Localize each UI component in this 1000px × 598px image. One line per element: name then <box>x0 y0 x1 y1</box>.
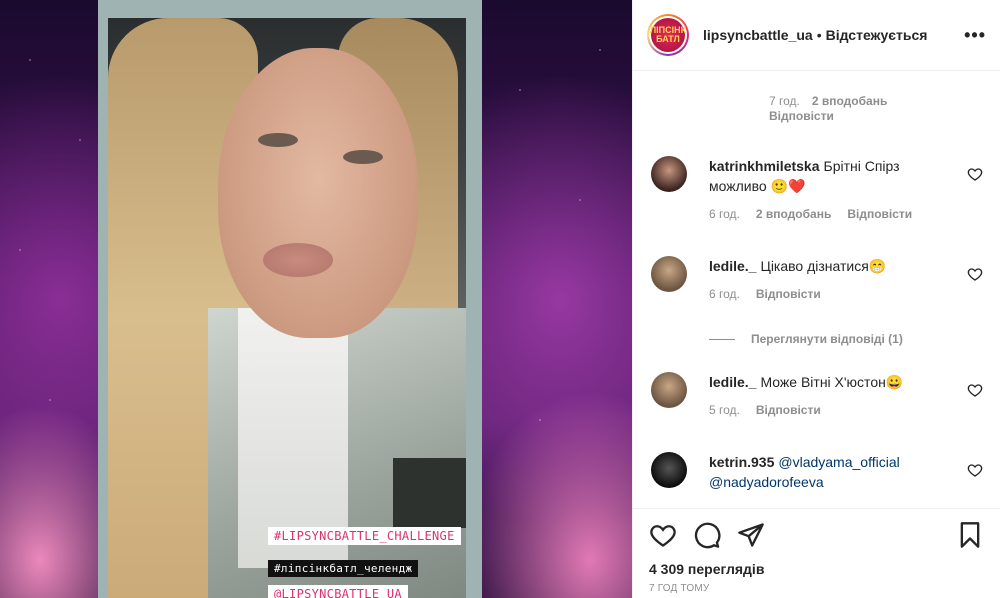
commenter-username[interactable]: ketrin.935 <box>709 454 774 470</box>
account-username[interactable]: lipsyncbattle_ua <box>703 27 813 43</box>
commenter-avatar[interactable] <box>651 372 687 408</box>
commenter-avatar[interactable] <box>651 156 687 192</box>
account-avatar[interactable]: ЛІПСІНК БАТЛ <box>647 14 689 56</box>
reply-button[interactable]: Відповісти <box>769 109 887 124</box>
mention-sticker[interactable]: @LIPSYNCBATTLE_UA <box>268 585 408 598</box>
post-actions: 4 309 переглядів 7 год тому <box>633 508 1000 598</box>
view-replies-line <box>709 338 735 340</box>
reply-button[interactable]: Відповісти <box>847 207 912 221</box>
like-heart-icon[interactable] <box>967 382 983 398</box>
comment-text: Може Вітні Х'юстон😀 <box>760 374 904 390</box>
commenter-username[interactable]: katrinkhmiletska <box>709 158 820 174</box>
story-frame <box>98 0 482 598</box>
action-icons <box>649 517 984 553</box>
comment-body: ketrin.935 @vladyama_official @nadyadorof… <box>709 452 959 492</box>
comment-time: 7 год. <box>769 94 800 108</box>
story-video[interactable] <box>108 18 466 598</box>
post-media[interactable]: #LIPSYNCBATTLE_CHALLENGE #ліпсінкбатл_че… <box>0 0 632 598</box>
view-count[interactable]: 4 309 переглядів <box>649 561 984 577</box>
like-heart-icon[interactable] <box>967 166 983 182</box>
comment-time: 6 год. <box>709 287 740 301</box>
like-heart-icon[interactable] <box>967 462 983 478</box>
avatar-logo-text: ЛІПСІНК БАТЛ <box>650 18 686 52</box>
comments-list[interactable]: 7 год. 2 вподобань Відповісти katrinkhmil… <box>633 72 1000 508</box>
comment-body: katrinkhmiletska Брітні Спірз можливо 🙂❤️… <box>709 156 959 224</box>
comment-meta: 6 год. 2 вподобань Відповісти <box>709 204 959 224</box>
face <box>218 48 418 338</box>
like-heart-icon[interactable] <box>967 266 983 282</box>
comment-likes[interactable]: 2 вподобань <box>812 94 887 108</box>
commenter-avatar[interactable] <box>651 256 687 292</box>
like-heart-icon[interactable] <box>649 521 677 549</box>
comment-bubble-icon[interactable] <box>693 521 721 549</box>
left-eye <box>258 133 298 147</box>
comment-time: 6 год. <box>709 207 740 221</box>
comment-text: Цікаво дізнатися😁 <box>760 258 887 274</box>
comment-body: ledile._ Цікаво дізнатися😁 6 год. Відповіс… <box>709 256 959 304</box>
hashtag-sticker-challenge[interactable]: #LIPSYNCBATTLE_CHALLENGE <box>268 527 461 545</box>
commenter-avatar[interactable] <box>651 452 687 488</box>
hashtag-sticker-ua[interactable]: #ліпсінкбатл_челендж <box>268 560 419 577</box>
comment-meta: 5 год. Відповісти <box>709 400 959 420</box>
comment-time: 5 год. <box>709 403 740 417</box>
comment-meta: 6 год. Відповісти <box>709 284 959 304</box>
post-header: ЛІПСІНК БАТЛ lipsyncbattle_ua • Відстежу… <box>633 0 1000 71</box>
mention-link[interactable]: @vladyama_official <box>778 454 899 470</box>
view-replies-label: Переглянути відповіді (1) <box>751 332 903 346</box>
post-time[interactable]: 7 год тому <box>649 583 984 594</box>
commenter-username[interactable]: ledile._ <box>709 258 756 274</box>
view-replies-button[interactable]: Переглянути відповіді (1) <box>709 332 903 346</box>
previous-comment-meta: 7 год. 2 вподобань Відповісти <box>769 94 887 124</box>
separator-dot: • <box>816 27 822 43</box>
reply-button[interactable]: Відповісти <box>756 403 821 417</box>
share-plane-icon[interactable] <box>737 521 765 549</box>
bookmark-icon[interactable] <box>956 521 984 549</box>
mention-link[interactable]: @nadyadorofeeva <box>709 474 824 490</box>
reply-button[interactable]: Відповісти <box>756 287 821 301</box>
more-options-icon[interactable]: ••• <box>964 25 986 46</box>
commenter-username[interactable]: ledile._ <box>709 374 756 390</box>
follow-status-button[interactable]: Відстежується <box>826 27 928 43</box>
comment-likes[interactable]: 2 вподобань <box>756 207 831 221</box>
jacket-patch <box>393 458 466 528</box>
lips <box>263 243 333 277</box>
right-eye <box>343 150 383 164</box>
post-sidebar: ЛІПСІНК БАТЛ lipsyncbattle_ua • Відстежу… <box>632 0 1000 598</box>
comment-body: ledile._ Може Вітні Х'юстон😀 5 год. Відпов… <box>709 372 959 420</box>
